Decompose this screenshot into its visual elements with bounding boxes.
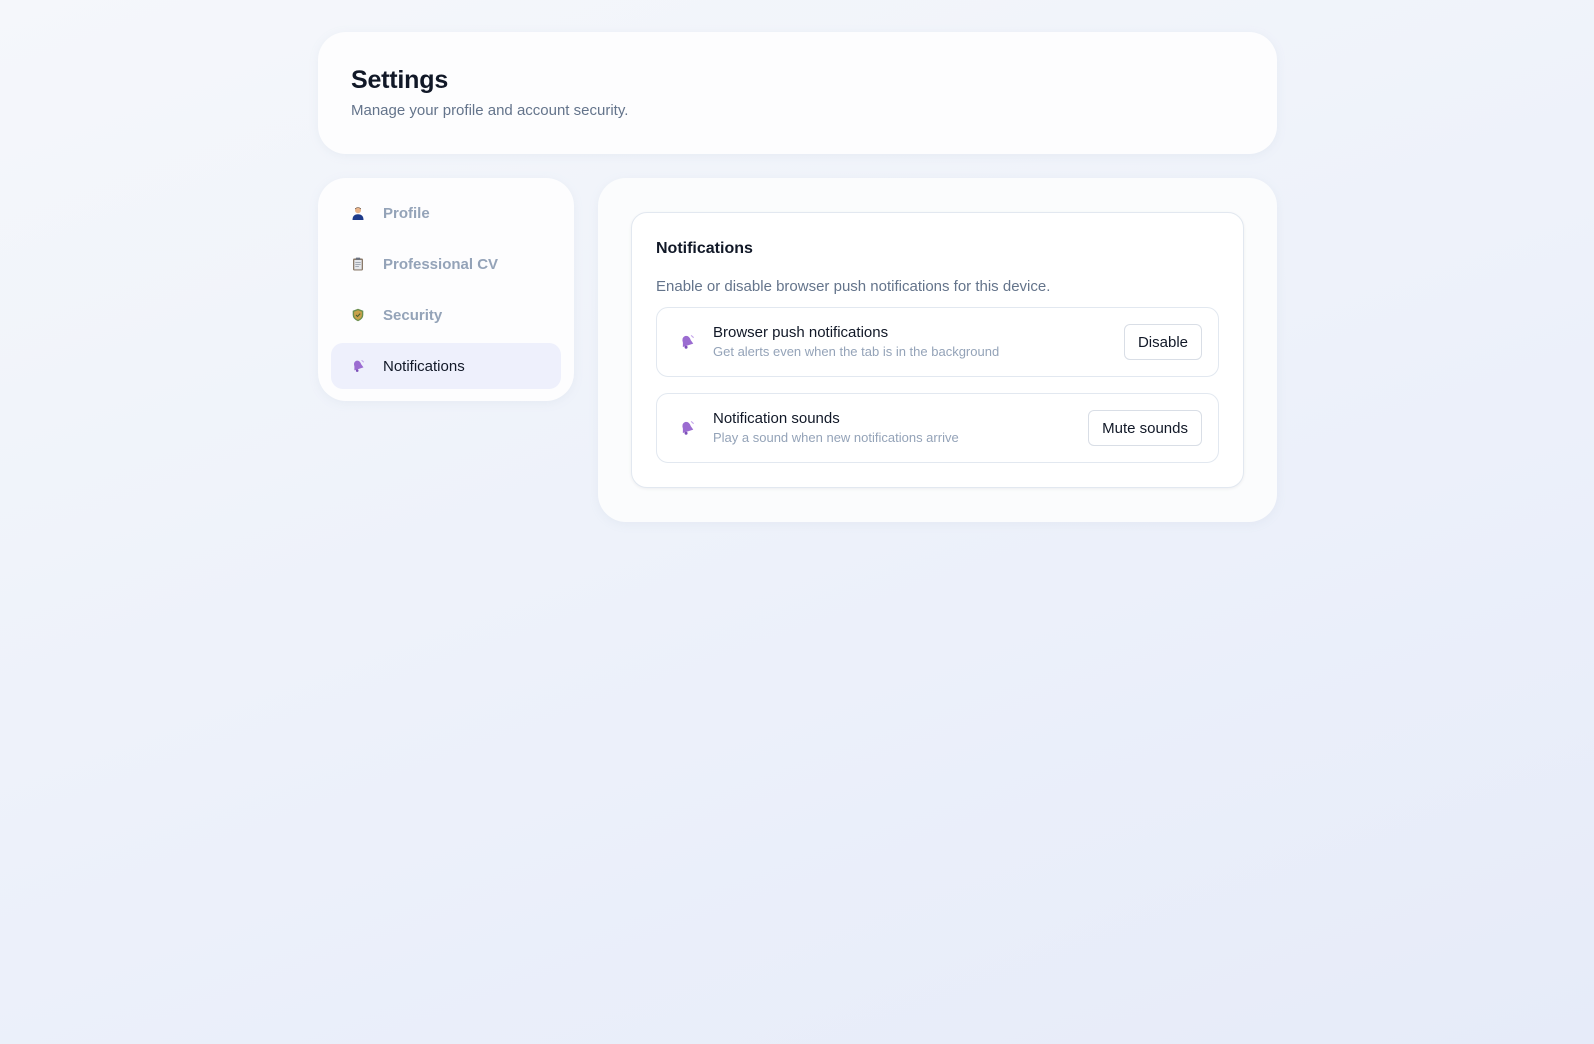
sidebar-item-label: Profile <box>383 204 430 222</box>
push-notifications-row: Browser push notifications Get alerts ev… <box>656 307 1219 377</box>
sidebar-item-notifications[interactable]: Notifications <box>331 343 561 389</box>
page-subtitle: Manage your profile and account security… <box>351 102 629 119</box>
bell-icon <box>679 334 695 350</box>
person-icon <box>351 206 365 220</box>
shield-icon <box>351 308 365 322</box>
sidebar-item-label: Professional CV <box>383 255 499 273</box>
sidebar-item-professional-cv[interactable]: Professional CV <box>331 241 561 287</box>
notification-sounds-row: Notification sounds Play a sound when ne… <box>656 393 1219 463</box>
page-header: Settings Manage your profile and account… <box>318 32 1277 154</box>
sidebar-item-label: Notifications <box>383 357 465 375</box>
settings-page: Settings Manage your profile and account… <box>318 32 1277 522</box>
panel-description: Enable or disable browser push notificat… <box>656 278 1051 295</box>
bell-icon <box>679 420 695 436</box>
mute-sounds-button[interactable]: Mute sounds <box>1088 410 1202 446</box>
settings-content: Notifications Enable or disable browser … <box>598 178 1277 522</box>
panel-title: Notifications <box>656 240 753 257</box>
disable-push-button[interactable]: Disable <box>1123 324 1202 360</box>
notifications-panel: Notifications Enable or disable browser … <box>631 212 1244 488</box>
sidebar-item-label: Security <box>383 306 443 324</box>
settings-sidebar: Profile Professional CV Security Notific… <box>318 178 574 401</box>
page-title: Settings <box>351 66 449 94</box>
row-title: Notification sounds <box>713 410 840 427</box>
sidebar-item-security[interactable]: Security <box>331 292 561 338</box>
row-subtitle: Play a sound when new notifications arri… <box>713 430 959 445</box>
sidebar-item-profile[interactable]: Profile <box>331 190 561 236</box>
row-text: Notification sounds Play a sound when ne… <box>713 410 1088 446</box>
row-text: Browser push notifications Get alerts ev… <box>713 324 1124 360</box>
row-title: Browser push notifications <box>713 324 889 341</box>
row-subtitle: Get alerts even when the tab is in the b… <box>713 344 1000 359</box>
settings-columns: Profile Professional CV Security Notific… <box>318 178 1277 522</box>
clipboard-icon <box>351 257 365 271</box>
bell-icon <box>351 359 365 373</box>
